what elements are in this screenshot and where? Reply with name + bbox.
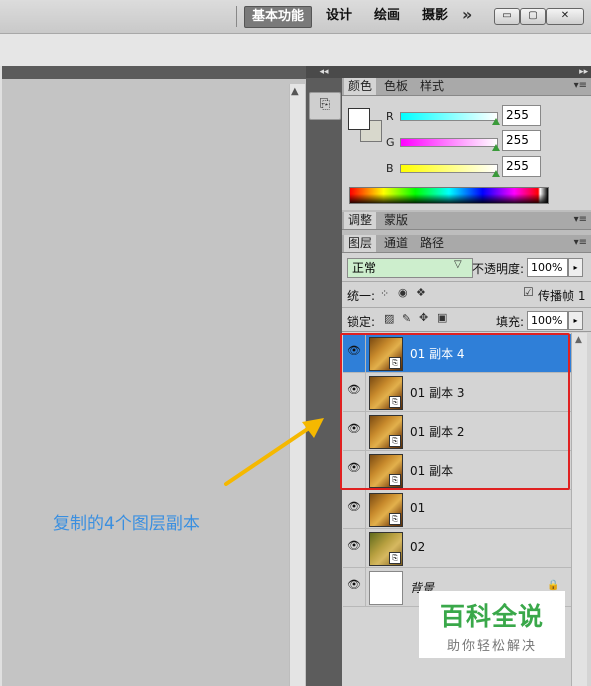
- panel-menu-icon[interactable]: ▾≡: [574, 214, 587, 225]
- document-canvas[interactable]: [0, 66, 306, 686]
- eye-icon[interactable]: 👁: [346, 500, 362, 514]
- brush-icon[interactable]: ✎: [402, 312, 411, 325]
- eye-icon[interactable]: 👁: [346, 578, 362, 592]
- lock-label: 锁定:: [347, 315, 376, 329]
- adjust-panel-tabs: 调整 蒙版 ▾≡: [342, 212, 591, 230]
- maximize-button[interactable]: ▢: [520, 8, 546, 25]
- green-value-input[interactable]: 255: [502, 130, 541, 151]
- scroll-up-icon[interactable]: ▲: [575, 335, 582, 345]
- blue-label: B: [386, 162, 394, 175]
- divider: [365, 490, 366, 528]
- tab-adjustments[interactable]: 调整: [344, 212, 377, 229]
- fill-input[interactable]: 100%: [527, 311, 568, 330]
- workspace-basic[interactable]: 基本功能: [244, 6, 313, 28]
- lock-icon[interactable]: ▣: [437, 311, 447, 324]
- blue-slider-thumb[interactable]: [492, 170, 500, 177]
- history-panel-icon[interactable]: ⎘: [309, 92, 341, 120]
- more-workspaces-icon[interactable]: »: [462, 5, 472, 24]
- collapse-dock-icon[interactable]: ◂◂: [306, 66, 342, 78]
- unify-position-icon[interactable]: ⁘: [380, 287, 389, 300]
- opacity-label: 不透明度:: [472, 262, 525, 276]
- tab-styles[interactable]: 样式: [416, 78, 448, 95]
- fill-arrow-icon[interactable]: ▸: [568, 311, 583, 330]
- tab-masks[interactable]: 蒙版: [380, 212, 412, 229]
- blue-slider[interactable]: [400, 164, 498, 173]
- minimize-button[interactable]: ▭: [494, 8, 520, 25]
- divider: [342, 281, 591, 282]
- layers-scrollbar[interactable]: [571, 333, 587, 686]
- panel-menu-icon[interactable]: ▾≡: [574, 80, 587, 91]
- annotation-callout: 复制的4个图层副本: [53, 514, 200, 534]
- divider: [342, 331, 591, 332]
- workspace-paint[interactable]: 绘画: [367, 6, 407, 26]
- document-tab-strip: [0, 66, 306, 79]
- layer-row[interactable]: 👁 ⎘ 02: [343, 529, 571, 568]
- move-icon[interactable]: ✥: [419, 311, 428, 324]
- highlight-box: [340, 333, 570, 490]
- chevron-down-icon[interactable]: ▽: [454, 259, 462, 270]
- tab-channels[interactable]: 通道: [380, 235, 412, 252]
- red-label: R: [386, 110, 394, 123]
- tab-paths[interactable]: 路径: [416, 235, 448, 252]
- opacity-input[interactable]: 100%: [527, 258, 568, 277]
- document-scrollbar[interactable]: [289, 84, 305, 686]
- divider: [342, 307, 591, 308]
- layer-thumbnail: [369, 571, 403, 605]
- pointer-arrow-icon: [224, 418, 324, 486]
- fill-label: 填充:: [496, 315, 525, 329]
- unify-visibility-icon[interactable]: ◉: [398, 286, 408, 299]
- color-spectrum[interactable]: [349, 187, 549, 204]
- expand-dock-icon[interactable]: ▸▸: [342, 66, 591, 78]
- green-slider-thumb[interactable]: [492, 144, 500, 151]
- layer-row[interactable]: 👁 ⎘ 01: [343, 490, 571, 529]
- panel-menu-icon[interactable]: ▾≡: [574, 237, 587, 248]
- workspace-photo[interactable]: 摄影: [415, 6, 455, 26]
- layer-name: 01: [410, 501, 426, 515]
- tab-layers[interactable]: 图层: [344, 235, 377, 252]
- close-button[interactable]: ✕: [546, 8, 584, 25]
- divider: [236, 6, 237, 27]
- red-value-input[interactable]: 255: [502, 105, 541, 126]
- smart-object-icon: ⎘: [389, 552, 401, 564]
- lock-transparency-icon[interactable]: ▨: [384, 312, 394, 325]
- watermark-title: 百科全说: [439, 602, 544, 631]
- scroll-up-icon[interactable]: ▲: [291, 86, 299, 97]
- options-bar: [0, 34, 591, 67]
- unify-style-icon[interactable]: ❖: [416, 286, 426, 299]
- divider: [365, 568, 366, 606]
- opacity-arrow-icon[interactable]: ▸: [568, 258, 583, 277]
- foreground-color-swatch[interactable]: [348, 108, 370, 130]
- layers-panel-tabs: 图层 通道 路径 ▾≡: [342, 235, 591, 253]
- layer-name: 02: [410, 540, 426, 554]
- eye-icon[interactable]: 👁: [346, 539, 362, 553]
- check-icon[interactable]: ☑: [523, 285, 534, 299]
- lock-icon: 🔒: [547, 580, 560, 591]
- collapsed-panel-dock: [306, 66, 342, 686]
- green-label: G: [386, 136, 395, 149]
- green-slider[interactable]: [400, 138, 498, 147]
- divider: [365, 529, 366, 567]
- red-slider-thumb[interactable]: [492, 118, 500, 125]
- canvas-edge: [0, 66, 2, 686]
- red-slider[interactable]: [400, 112, 498, 121]
- blue-value-input[interactable]: 255: [502, 156, 541, 177]
- tab-swatches[interactable]: 色板: [380, 78, 412, 95]
- workspace-design[interactable]: 设计: [319, 6, 359, 26]
- color-panel-tabs: 颜色 色板 样式 ▾≡: [342, 78, 591, 96]
- tab-color[interactable]: 颜色: [344, 78, 377, 95]
- unify-label: 统一:: [347, 289, 376, 303]
- watermark-subtitle: 助你轻松解决: [446, 639, 537, 654]
- propagate-frame-label: 传播帧 1: [538, 289, 586, 303]
- smart-object-icon: ⎘: [389, 513, 401, 525]
